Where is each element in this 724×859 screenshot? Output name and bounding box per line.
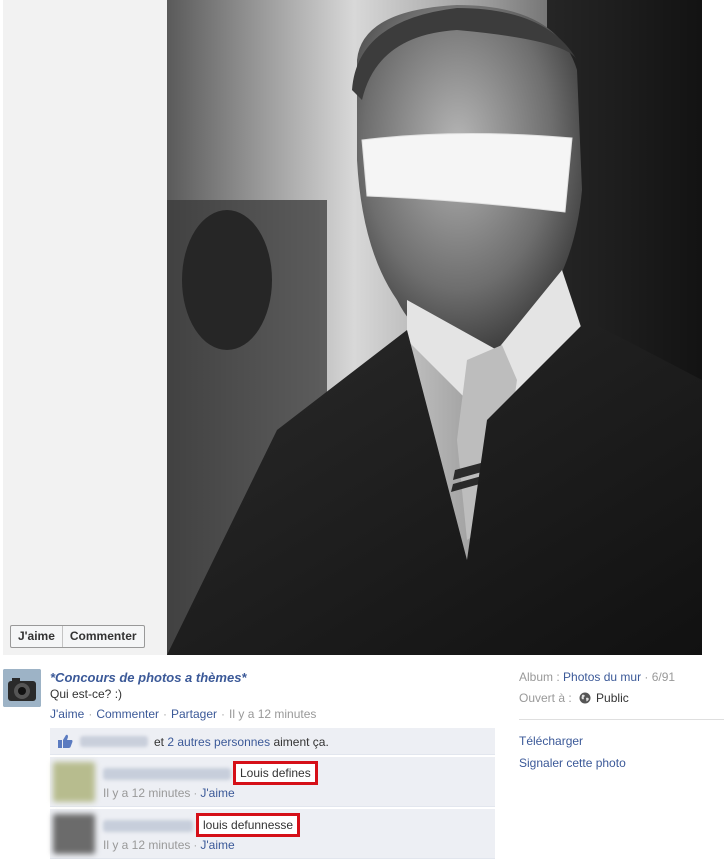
photo-sidebar: Album : Photos du mur · 6/91 Ouvert à : …: [519, 669, 724, 774]
commenter-avatar[interactable]: [53, 762, 95, 802]
album-position: 6/91: [651, 670, 676, 684]
download-link[interactable]: Télécharger: [519, 730, 724, 752]
comment-text: Louis defines: [233, 761, 318, 785]
post-like-link[interactable]: J'aime: [50, 707, 84, 721]
comment-like-link[interactable]: J'aime: [200, 786, 234, 800]
post-timestamp: Il y a 12 minutes: [229, 707, 317, 721]
post-comment-link[interactable]: Commenter: [96, 707, 159, 721]
photo-action-buttons: J'aime Commenter: [10, 625, 145, 648]
likes-row: et 2 autres personnes aiment ça.: [50, 728, 495, 755]
comment-timestamp: Il y a 12 minutes: [103, 838, 191, 852]
main-photo[interactable]: [167, 0, 702, 655]
comment-timestamp: Il y a 12 minutes: [103, 786, 191, 800]
album-row: Album : Photos du mur · 6/91: [519, 670, 676, 684]
stage-edge: [0, 0, 3, 655]
like-thumb-icon: [58, 734, 73, 748]
comment-item: Louis defines Il y a 12 minutes · J'aime: [50, 757, 495, 807]
commenter-avatar[interactable]: [53, 814, 95, 854]
likes-summary: et 2 autres personnes aiment ça.: [154, 735, 329, 749]
photo-stage: J'aime Commenter: [0, 0, 724, 655]
liker-name-blurred[interactable]: [80, 736, 148, 747]
sidebar-divider: [519, 719, 724, 720]
comment-meta: Il y a 12 minutes · J'aime: [103, 786, 235, 800]
camera-avatar-icon: [3, 669, 41, 707]
post-author-link[interactable]: *Concours de photos a thèmes*: [50, 670, 246, 685]
others-likes-link[interactable]: 2 autres personnes: [167, 735, 270, 749]
post-caption: Qui est-ce? :): [50, 687, 123, 701]
commenter-name-blurred[interactable]: [103, 820, 193, 832]
stage-right-margin: [702, 0, 724, 655]
post-share-link[interactable]: Partager: [171, 707, 217, 721]
photo-comment-button[interactable]: Commenter: [61, 626, 144, 647]
post-action-line: J'aime · Commenter · Partager · Il y a 12 minu…: [50, 707, 317, 721]
comment-text: louis defunnesse: [196, 813, 301, 837]
photo-like-button[interactable]: J'aime: [11, 626, 62, 647]
post-details: *Concours de photos a thèmes* Qui est-ce…: [0, 655, 724, 859]
portrait-image: [167, 0, 702, 655]
globe-icon: [579, 692, 591, 704]
comment-like-link[interactable]: J'aime: [200, 838, 234, 852]
audience-row: Ouvert à : Public: [519, 691, 629, 705]
audience-label: Ouvert à: [519, 691, 566, 705]
comment-meta: Il y a 12 minutes · J'aime: [103, 838, 235, 852]
album-link[interactable]: Photos du mur: [563, 670, 641, 684]
album-label: Album: [519, 670, 554, 684]
page-avatar[interactable]: [3, 669, 41, 707]
feedback-section: et 2 autres personnes aiment ça. Louis d…: [50, 728, 495, 859]
commenter-name-blurred[interactable]: [103, 768, 231, 780]
report-photo-link[interactable]: Signaler cette photo: [519, 752, 724, 774]
audience-value[interactable]: Public: [596, 691, 629, 705]
